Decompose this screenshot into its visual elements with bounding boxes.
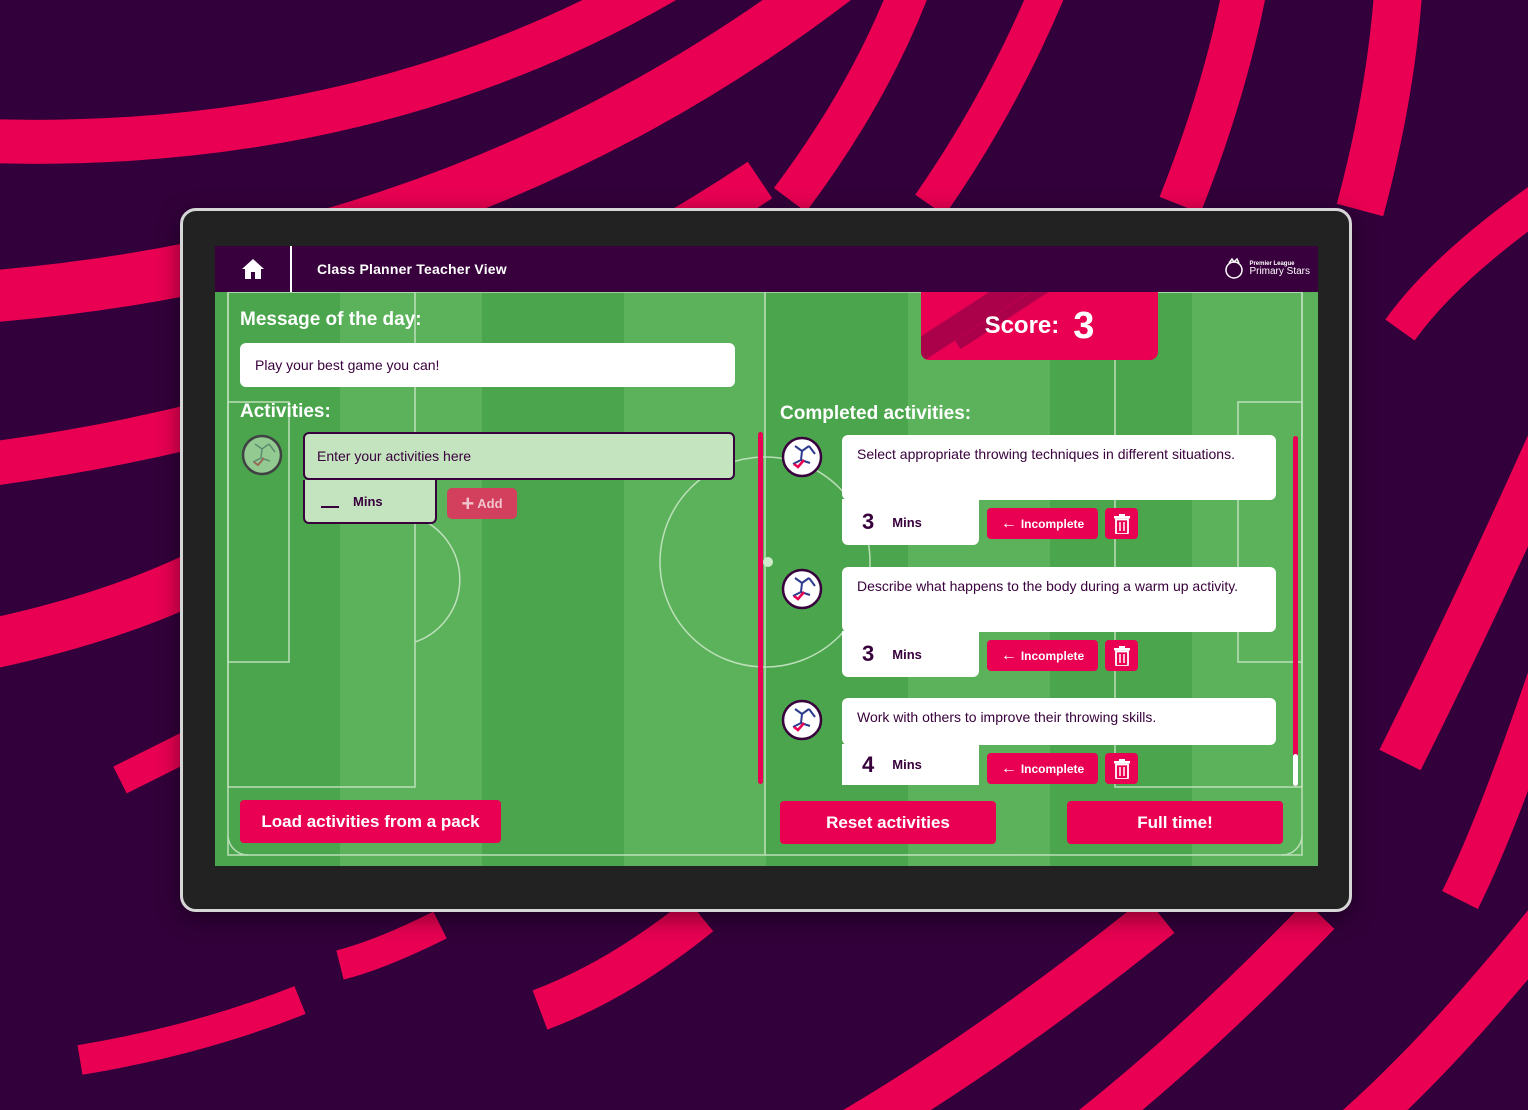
load-pack-button[interactable]: Load activities from a pack: [240, 800, 501, 843]
completed-activities-label: Completed activities:: [780, 403, 972, 424]
home-button[interactable]: [215, 246, 292, 292]
activity-mins-field[interactable]: Mins: [303, 480, 437, 524]
mins-blank: [321, 494, 339, 508]
arrow-left-icon: ←: [1000, 514, 1017, 532]
reset-activities-button[interactable]: Reset activities: [780, 801, 996, 844]
completed-activity-mins: 3 Mins: [842, 499, 979, 545]
completed-activity-mins: 3 Mins: [842, 631, 979, 677]
brand-big-text: Primary Stars: [1249, 266, 1310, 277]
mins-unit: Mins: [892, 646, 922, 662]
score-panel: Score: 3: [921, 292, 1158, 360]
football-icon: [781, 568, 823, 610]
message-of-day-label: Message of the day:: [240, 309, 422, 330]
mins-value: 3: [862, 641, 875, 666]
football-icon: [781, 436, 823, 478]
football-icon: [781, 699, 823, 741]
plus-icon: +: [461, 490, 475, 516]
completed-activity-mins: 4 Mins: [842, 744, 979, 785]
delete-activity-button[interactable]: [1105, 753, 1138, 784]
page-title: Class Planner Teacher View: [317, 261, 507, 277]
completed-activity-text: Work with others to improve their throwi…: [842, 698, 1276, 745]
brand-logo: Premier League Primary Stars: [1223, 256, 1310, 282]
header-bar: Class Planner Teacher View Premier Leagu…: [215, 246, 1318, 292]
mins-unit: Mins: [892, 514, 922, 530]
completed-activity-text: Select appropriate throwing techniques i…: [842, 435, 1276, 500]
app-screen: Class Planner Teacher View Premier Leagu…: [215, 246, 1318, 866]
mins-value: 4: [862, 751, 875, 777]
add-label: Add: [477, 496, 503, 511]
incomplete-label: Incomplete: [1020, 761, 1085, 776]
delete-activity-button[interactable]: [1105, 508, 1138, 539]
football-icon: [241, 434, 283, 476]
activity-input[interactable]: Enter your activities here: [303, 432, 735, 480]
completed-activity-text: Describe what happens to the body during…: [842, 567, 1276, 632]
trash-icon: [1113, 513, 1130, 534]
home-icon: [241, 259, 264, 279]
activities-label: Activities:: [240, 401, 331, 422]
mins-value: 3: [862, 509, 875, 534]
score-label: Score:: [984, 312, 1060, 339]
right-scrollbar-thumb[interactable]: [1293, 754, 1298, 786]
trash-icon: [1113, 758, 1130, 779]
mark-incomplete-button[interactable]: ← Incomplete: [987, 640, 1098, 671]
right-scrollbar[interactable]: [1293, 436, 1298, 786]
delete-activity-button[interactable]: [1105, 640, 1138, 671]
arrow-left-icon: ←: [1000, 759, 1017, 777]
incomplete-label: Incomplete: [1020, 516, 1085, 531]
add-activity-button[interactable]: + Add: [447, 488, 517, 519]
mark-incomplete-button[interactable]: ← Incomplete: [987, 508, 1098, 539]
left-scrollbar[interactable]: [758, 432, 763, 784]
incomplete-label: Incomplete: [1020, 648, 1085, 663]
mark-incomplete-button[interactable]: ← Incomplete: [987, 753, 1098, 784]
premier-league-lion-icon: [1225, 257, 1244, 279]
full-time-button[interactable]: Full time!: [1067, 801, 1283, 844]
mins-label: Mins: [353, 493, 383, 509]
trash-icon: [1113, 645, 1130, 666]
score-value: 3: [1073, 304, 1095, 347]
mins-unit: Mins: [892, 757, 922, 772]
arrow-left-icon: ←: [1000, 646, 1017, 664]
message-of-day-field[interactable]: Play your best game you can!: [240, 343, 735, 387]
